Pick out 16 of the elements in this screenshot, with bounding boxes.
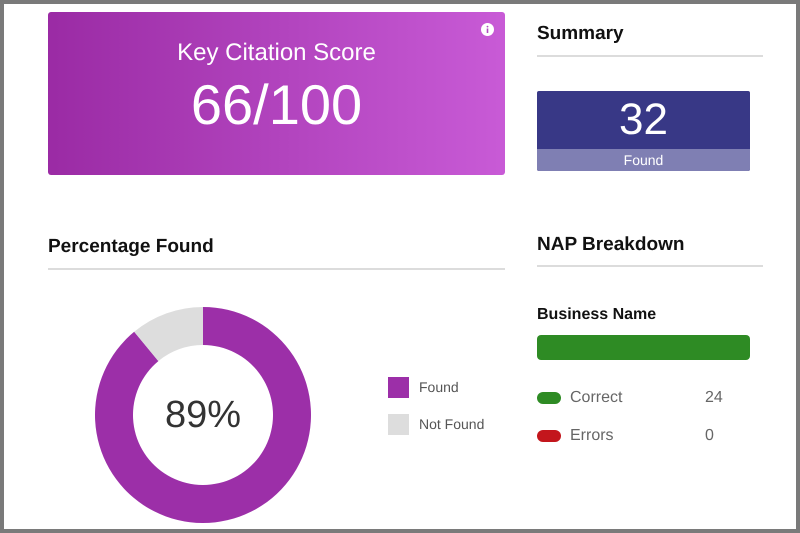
score-title: Key Citation Score [177,38,376,68]
percentage-value: 89% [164,392,242,438]
status-label: Correct [570,388,624,408]
status-count: 24 [705,388,723,408]
status-count: 0 [705,426,714,446]
breakdown-title: Business Name [537,305,658,325]
found-caption: Found [537,148,750,170]
found-count: 32 [619,94,668,146]
status-label: Errors [570,426,615,446]
score-value: 66/100 [190,72,362,138]
legend-label: Found [419,378,459,396]
legend-label: Not Found [419,414,484,434]
section-heading: NAP Breakdown [537,234,684,254]
section-heading: Summary [537,23,624,44]
section-heading: Percentage Found [48,236,214,257]
info-icon [481,23,494,36]
